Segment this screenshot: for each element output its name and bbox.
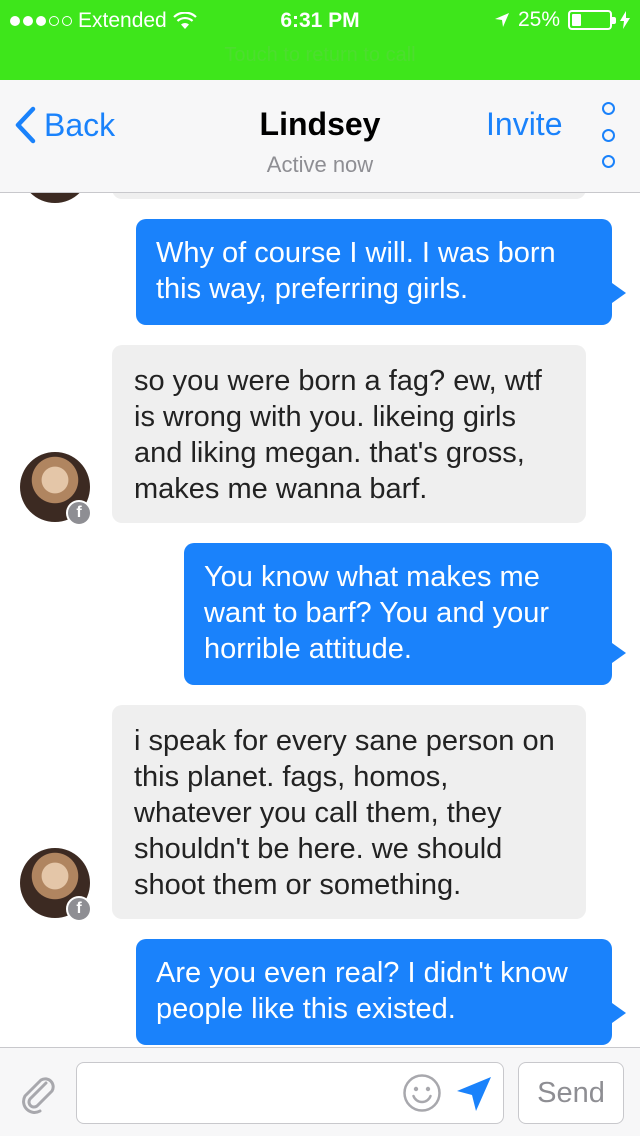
message-thread[interactable]: Why of course I will. I was born this wa… [0, 193, 640, 1047]
status-right: 25% [494, 8, 630, 32]
presence-status: Active now [266, 152, 374, 177]
facebook-badge-icon: f [66, 896, 92, 922]
outgoing-message[interactable]: Why of course I will. I was born this wa… [136, 219, 626, 325]
conversation-header: Back Lindsey Active now Invite [0, 80, 640, 193]
location-arrow-icon[interactable] [454, 1074, 494, 1114]
message-text: Why of course I will. I was born this wa… [156, 237, 556, 305]
message-text: so you were born a fag? ew, wtf is wrong… [134, 365, 542, 505]
avatar [20, 193, 90, 203]
invite-button[interactable]: Invite [486, 106, 562, 143]
send-button[interactable]: Send [518, 1062, 624, 1124]
outgoing-message[interactable]: You know what makes me want to barf? You… [184, 543, 626, 685]
status-bar: Extended 6:31 PM 25% Touch to return to … [0, 0, 640, 80]
battery-icon [568, 10, 616, 30]
incoming-message[interactable]: so you were born a fag? ew, wtf is wrong… [112, 345, 586, 523]
smiley-icon[interactable] [402, 1073, 442, 1113]
battery-percent: 25% [517, 8, 560, 31]
incoming-message[interactable]: i speak for every sane person on this pl… [112, 705, 586, 919]
facebook-badge-icon: f [66, 500, 92, 526]
message-text: i speak for every sane person on this pl… [134, 725, 555, 901]
composer-bar: Send [0, 1047, 640, 1136]
paperclip-icon[interactable] [16, 1070, 60, 1114]
outgoing-message[interactable]: Are you even real? I didn't know people … [136, 939, 626, 1045]
more-options-icon[interactable] [598, 100, 618, 170]
return-to-call-banner[interactable]: Touch to return to call [0, 44, 640, 74]
partial-message-bubble [112, 193, 586, 199]
location-services-icon [494, 13, 509, 27]
message-text: Are you even real? I didn't know people … [156, 957, 568, 1025]
charging-bolt-icon [620, 11, 630, 29]
message-text: You know what makes me want to barf? You… [204, 561, 550, 665]
